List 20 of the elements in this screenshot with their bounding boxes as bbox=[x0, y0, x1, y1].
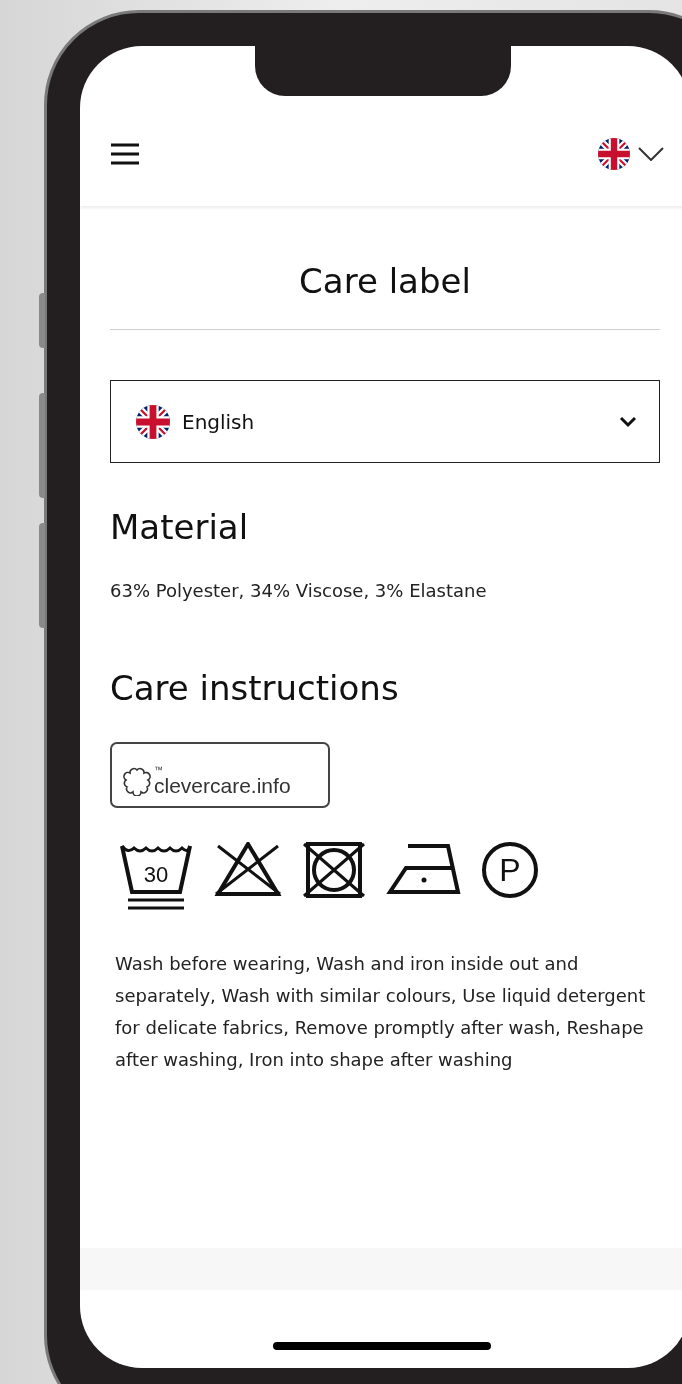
logo-text: clevercare.info bbox=[154, 775, 291, 796]
flag-icon bbox=[598, 137, 630, 170]
section-heading: Material bbox=[110, 506, 250, 549]
chevron-down-icon bbox=[638, 146, 664, 161]
select-value: English bbox=[182, 408, 256, 436]
no-bleach-icon bbox=[214, 842, 282, 898]
chevron-down-icon bbox=[619, 415, 637, 428]
menu-icon[interactable] bbox=[110, 142, 140, 165]
iron-icon bbox=[386, 842, 462, 896]
trademark-mark: ™ bbox=[154, 766, 164, 775]
no-tumble-dry-icon bbox=[302, 842, 366, 898]
material-text: 63% Polyester, 34% Viscose, 3% Elastane bbox=[110, 579, 488, 603]
section-heading: Care instructions bbox=[110, 667, 400, 710]
dry-clean-icon: P bbox=[482, 842, 538, 898]
flag-icon bbox=[136, 404, 170, 439]
language-select[interactable]: English bbox=[110, 380, 660, 463]
flower-icon bbox=[122, 766, 152, 796]
language-button[interactable] bbox=[598, 137, 664, 170]
page-title: Care label bbox=[110, 261, 660, 330]
care-instructions-text: Wash before wearing, Wash and iron inside out and separately, Wash with similar colours, Use liquid detergent for delicate fabrics, Remove promptly after wash, Reshape after washing, Iron into shape after washing bbox=[114, 952, 647, 1072]
